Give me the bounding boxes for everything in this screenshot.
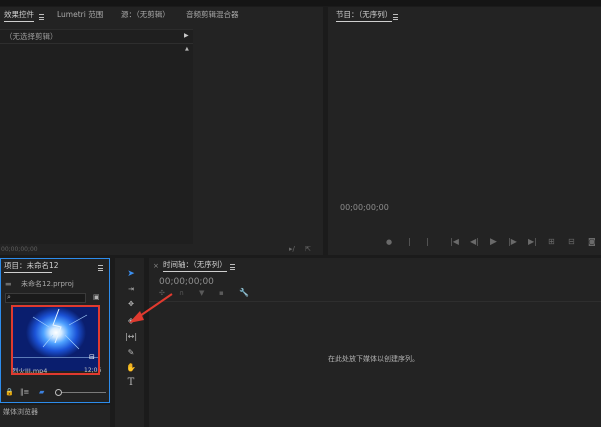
active-tab-underline: [4, 21, 34, 22]
type-tool-icon[interactable]: T: [124, 376, 138, 389]
project-panel: 项目：未命名12 ▬ 未命名12.prproj ⌕ ▣ ⊟ 烈火III.mp4 …: [0, 258, 110, 403]
transport-controls: ● | | |◀ ◀| ▶ |▶ ▶| ⊞ ⊟ ◙: [384, 237, 601, 249]
expand-arrow-icon[interactable]: ▶: [184, 31, 189, 41]
search-field[interactable]: [5, 293, 86, 303]
panel-menu-icon[interactable]: [39, 14, 44, 20]
step-forward-icon[interactable]: |▶: [508, 237, 517, 247]
timeline-tab-underline: [163, 271, 227, 272]
timeline-header-divider: [149, 301, 601, 302]
export-frame-icon[interactable]: ◙: [588, 237, 596, 247]
list-view-icon[interactable]: ‖≡: [20, 387, 29, 397]
bin-icon[interactable]: ▣: [93, 292, 100, 302]
export-icon[interactable]: ⇱: [305, 244, 311, 254]
tab-lumetri-scopes[interactable]: Lumetri 范围: [57, 10, 103, 20]
slip-tool-icon[interactable]: |↔|: [124, 330, 138, 343]
filter-icon[interactable]: ▸/: [289, 244, 295, 254]
source-timecode: 00;00;00;00: [1, 246, 38, 253]
marker-icon[interactable]: ●: [386, 237, 392, 247]
snap-icon[interactable]: ✣: [159, 288, 165, 298]
selection-tool-icon[interactable]: ➤: [124, 268, 138, 281]
program-timecode: 00;00;00;00: [340, 203, 389, 212]
program-menu-icon[interactable]: [393, 14, 398, 20]
timeline-menu-icon[interactable]: [230, 264, 235, 270]
track-select-icon[interactable]: ⇥: [124, 283, 138, 296]
search-icon: ⌕: [7, 293, 11, 301]
go-to-in-icon[interactable]: |◀: [450, 237, 459, 247]
linked-selection-icon[interactable]: ∩: [179, 288, 184, 298]
out-point-icon[interactable]: |: [426, 237, 429, 247]
zoom-slider-handle[interactable]: [55, 389, 62, 396]
timeline-empty-message: 在此处放下媒体以创建序列。: [328, 355, 419, 363]
clip-selector[interactable]: （无选择剪辑）: [5, 32, 58, 42]
scroll-up-icon[interactable]: ▲: [185, 44, 189, 54]
razor-tool-icon[interactable]: ◈: [124, 314, 138, 327]
timeline-panel: × 时间轴：（无序列） 00;00;00;00 ✣ ∩ ▼ ▪ 🔧 在此处放下媒…: [149, 258, 601, 427]
program-monitor-panel: 节目：（无序列） 00;00;00;00 ● | | |◀ ◀| ▶ |▶ ▶|…: [328, 7, 601, 255]
timeline-tool-row: ✣ ∩ ▼ ▪ 🔧: [159, 288, 269, 298]
divider: [0, 43, 193, 44]
timeline-title: 时间轴：（无序列）: [163, 260, 227, 269]
ripple-edit-icon[interactable]: ✥: [124, 298, 138, 311]
lock-icon[interactable]: 🔒: [5, 387, 14, 397]
timeline-timecode: 00;00;00;00: [159, 277, 214, 287]
tab-audio-clip-mixer[interactable]: 音频剪辑混合器: [186, 10, 239, 20]
go-to-out-icon[interactable]: ▶|: [528, 237, 537, 247]
project-title: 项目：未命名12: [4, 261, 59, 270]
play-icon[interactable]: ▶: [490, 237, 497, 247]
pen-tool-icon[interactable]: ✎: [124, 346, 138, 359]
in-point-icon[interactable]: |: [408, 237, 411, 247]
settings-icon[interactable]: ▪: [219, 288, 224, 298]
folder-icon: ▬: [5, 280, 12, 288]
overwrite-icon[interactable]: ⊟: [568, 237, 575, 247]
project-file-name: 未命名12.prproj: [21, 280, 74, 288]
annotation-highlight-box: [11, 305, 100, 375]
effect-controls-area: （无选择剪辑） ▶ ▲: [0, 29, 193, 244]
tab-media-browser[interactable]: 媒体浏览器: [3, 407, 38, 417]
media-browser-panel: 媒体浏览器: [0, 405, 110, 427]
add-marker-icon[interactable]: ▼: [199, 288, 204, 298]
project-menu-icon[interactable]: [98, 265, 103, 271]
step-back-icon[interactable]: ◀|: [470, 237, 479, 247]
program-tab-underline: [336, 21, 392, 22]
close-icon[interactable]: ×: [153, 261, 159, 271]
wrench-icon[interactable]: 🔧: [239, 288, 249, 298]
hand-tool-icon[interactable]: ✋: [124, 361, 138, 374]
program-title: 节目：（无序列）: [336, 10, 393, 19]
effect-controls-panel: 效果控件 Lumetri 范围 源：（无剪辑） 音频剪辑混合器 （无选择剪辑） …: [0, 7, 323, 255]
tools-panel: ➤ ⇥ ✥ ◈ |↔| ✎ ✋ T: [115, 258, 144, 427]
title-strip: [0, 0, 601, 6]
tab-source[interactable]: 源：（无剪辑）: [121, 10, 170, 20]
zoom-slider[interactable]: [56, 392, 106, 393]
insert-icon[interactable]: ⊞: [548, 237, 555, 247]
project-tab-underline: [4, 272, 52, 273]
tab-effect-controls[interactable]: 效果控件: [4, 10, 34, 20]
icon-view-icon[interactable]: ▰: [39, 387, 44, 397]
